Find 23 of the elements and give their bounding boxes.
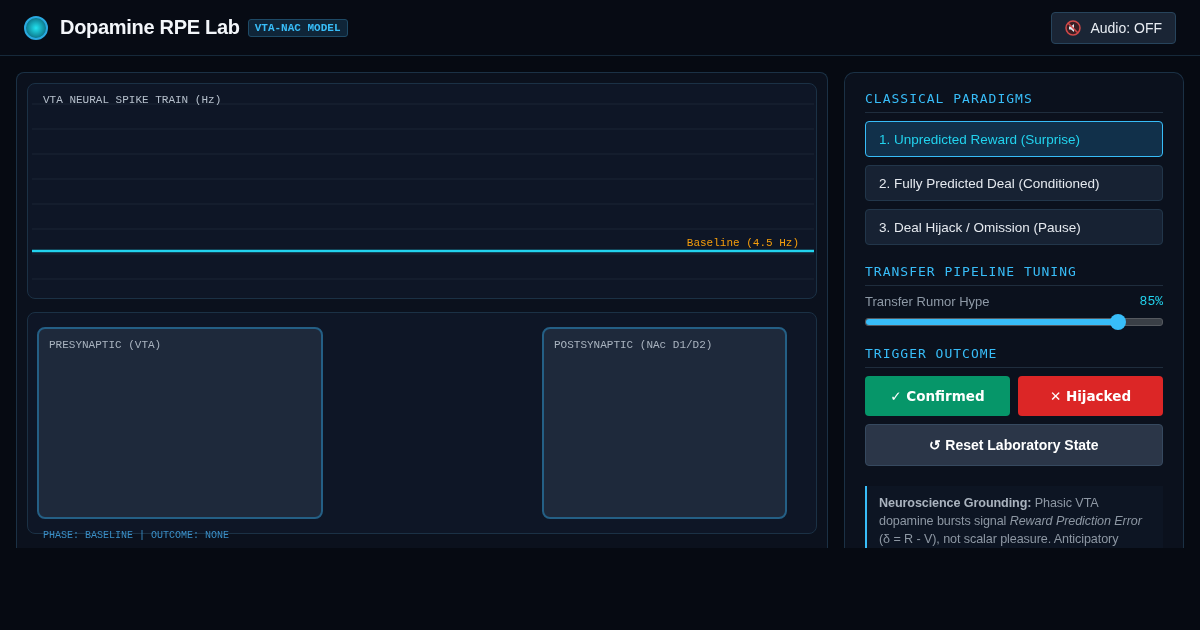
app-title: Dopamine RPE Lab [60, 16, 240, 39]
baseline-label: Baseline (4.5 Hz) [686, 237, 799, 249]
logo-icon [24, 15, 48, 40]
presynaptic-box: PRESYNAPTIC (VTA) [37, 327, 323, 519]
reset-button[interactable]: ↺ Reset Laboratory State [865, 424, 1163, 466]
chart-title: VTA NEURAL SPIKE TRAIN (Hz) [43, 94, 222, 106]
section-heading: TRIGGER OUTCOME [865, 346, 1163, 368]
slider-value: 85% [1139, 294, 1163, 309]
section-heading: CLASSICAL PARADIGMS [865, 91, 1163, 113]
hype-slider[interactable] [865, 314, 1163, 330]
hijack-button[interactable]: ✕ Hijacked [1018, 376, 1163, 416]
model-badge: VTA-NAC MODEL [247, 18, 348, 37]
confirm-button[interactable]: ✓ Confirmed [865, 376, 1010, 416]
paradigm-option[interactable]: 1. Unpredicted Reward (Surprise) [865, 121, 1163, 157]
slider-thumb[interactable] [1110, 314, 1127, 330]
paradigm-option[interactable]: 2. Fully Predicted Deal (Conditioned) [865, 165, 1163, 201]
slider-label: Transfer Rumor Hype [865, 294, 990, 309]
status-text: PHASE: BASELINE | OUTCOME: NONE [43, 530, 230, 541]
paradigm-option[interactable]: 3. Deal Hijack / Omission (Pause) [865, 209, 1163, 245]
grounding-note: Neuroscience Grounding: Phasic VTA dopamine bursts signal Reward Prediction Error (δ = R - V), not scalar pleasure. Anticipatory [865, 486, 1163, 548]
audio-button[interactable]: Audio: OFF [1051, 11, 1176, 44]
section-heading: TRANSFER PIPELINE TUNING [865, 264, 1163, 286]
postsynaptic-box: POSTSYNAPTIC (NAc D1/D2) [542, 327, 787, 519]
